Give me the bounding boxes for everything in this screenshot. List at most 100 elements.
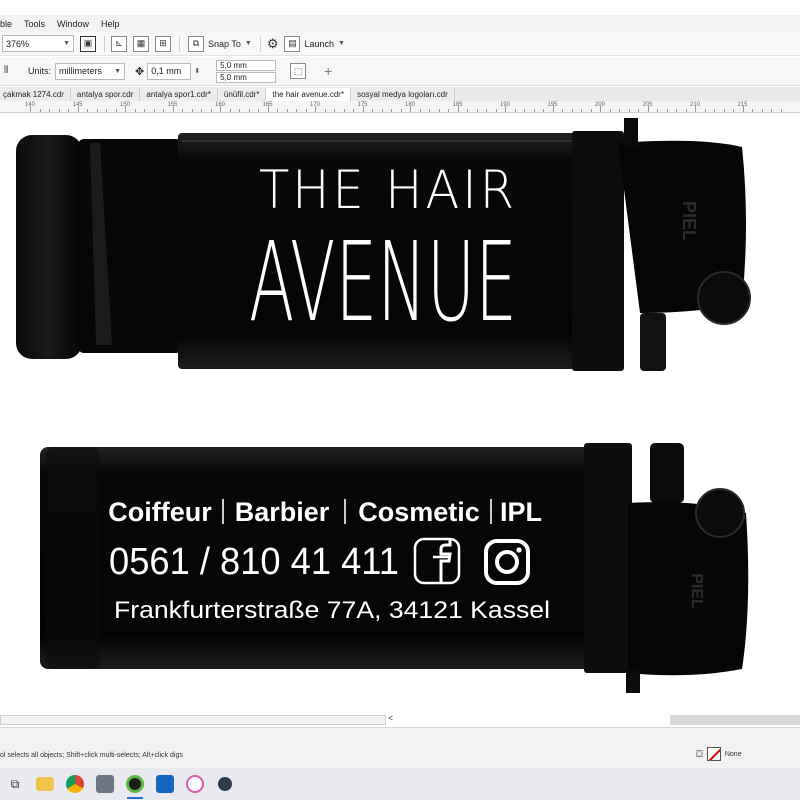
fill-label: None bbox=[724, 750, 742, 758]
tab-unufil[interactable]: ünüfil.cdr* bbox=[217, 88, 267, 101]
align-icon[interactable]: ⫴ bbox=[4, 65, 8, 76]
duplicate-y-input[interactable]: 5,0 mm bbox=[216, 71, 277, 83]
duplicate-x-input[interactable]: 5,0 mm bbox=[216, 59, 277, 71]
chevron-down-icon: ▼ bbox=[114, 67, 122, 75]
horizontal-scrollbar[interactable]: < bbox=[0, 713, 800, 727]
ruler-tick bbox=[277, 109, 278, 112]
ruler-tick bbox=[467, 109, 468, 112]
folder-icon bbox=[36, 777, 54, 791]
ruler-tick bbox=[771, 109, 772, 112]
ruler-tick bbox=[533, 109, 535, 112]
fill-indicator[interactable]: ⛋ None bbox=[696, 747, 742, 761]
ruler-tick bbox=[676, 109, 677, 112]
horizontal-ruler[interactable]: 140 145 150 155 160 165 170 175 180 185 190 195 200 2… bbox=[0, 101, 800, 113]
menu-item-help[interactable]: Help bbox=[101, 19, 120, 29]
ruler-tick bbox=[600, 106, 601, 112]
cap-marking: PIEL bbox=[679, 201, 699, 241]
tab-antalya-spor[interactable]: antalya spor.cdr bbox=[70, 88, 141, 101]
options-gear-icon[interactable]: ⚙ bbox=[267, 36, 279, 52]
lighter-bottom[interactable]: PIEL Coiffeur Barbier Cosmetic IPL 0561 … bbox=[40, 443, 749, 693]
chevron-down-icon[interactable]: ▼ bbox=[63, 40, 70, 47]
lighter-hood-tip bbox=[626, 669, 640, 693]
add-preset-icon[interactable]: + bbox=[324, 63, 332, 79]
zoom-level-combobox[interactable]: 376% ▼ bbox=[2, 35, 74, 52]
ruler-tick bbox=[220, 106, 221, 112]
calculator-button[interactable] bbox=[90, 768, 120, 800]
coreldraw-window: ble Tools Window Help 376% ▼ ▣ ⊾ ▦ ⊞ ⧉ S… bbox=[0, 0, 800, 800]
itunes-button[interactable] bbox=[180, 768, 210, 800]
show-grid-icon[interactable]: ▦ bbox=[133, 35, 149, 52]
outlook-button[interactable] bbox=[150, 768, 180, 800]
ruler-tick bbox=[324, 109, 326, 112]
file-explorer-button[interactable] bbox=[30, 768, 60, 800]
ruler-tick bbox=[353, 109, 354, 112]
scrollbar-thumb[interactable] bbox=[670, 715, 800, 725]
ruler-tick bbox=[239, 109, 240, 112]
ruler-tick bbox=[457, 106, 459, 112]
ruler-tick bbox=[429, 109, 430, 112]
snap-to-icon: ⧉ bbox=[188, 35, 204, 52]
ruler-tick bbox=[39, 109, 41, 112]
ruler-tick bbox=[723, 109, 725, 112]
spinner-icon[interactable]: ⬍ bbox=[194, 67, 200, 75]
ruler-tick bbox=[476, 109, 478, 112]
task-view-icon: ⧉ bbox=[10, 776, 20, 791]
ruler-tick bbox=[581, 109, 582, 112]
ruler-tick bbox=[191, 109, 193, 112]
windows-taskbar: ⧉ bbox=[0, 768, 800, 800]
full-screen-preview-icon[interactable]: ▣ bbox=[80, 35, 96, 52]
lighter-gas-lever bbox=[650, 443, 684, 503]
nudge-distance: ✥ 0,1 mm ⬍ bbox=[135, 62, 200, 80]
duplicate-y-value: 5,0 mm bbox=[220, 72, 247, 82]
drawing-canvas[interactable]: PIEL THE HAIR AVENUE PIEL Coiffeur Barbi… bbox=[0, 113, 800, 713]
calculator-icon bbox=[96, 775, 114, 793]
ruler-tick bbox=[267, 106, 269, 112]
ruler-tick bbox=[163, 109, 164, 112]
show-guidelines-icon[interactable]: ⊞ bbox=[155, 35, 171, 52]
lighter-metal-hood bbox=[584, 443, 632, 673]
lighter-gas-lever bbox=[640, 313, 666, 371]
tab-sosyal-medya[interactable]: sosyal medya logoları.cdr bbox=[351, 88, 455, 101]
units-select[interactable]: millimeters ▼ bbox=[55, 62, 126, 80]
units-label: Units: bbox=[28, 66, 52, 76]
ruler-tick bbox=[495, 109, 497, 112]
lighter-hood-tip bbox=[624, 118, 638, 148]
coreldraw-button[interactable] bbox=[120, 768, 150, 800]
task-view-button[interactable]: ⧉ bbox=[0, 768, 30, 800]
other-app-button[interactable] bbox=[210, 768, 240, 800]
scroll-left-arrow-icon[interactable]: < bbox=[388, 713, 393, 723]
tab-cakmak[interactable]: çakmak 1274.cdr bbox=[0, 88, 71, 101]
ruler-tick bbox=[514, 109, 516, 112]
page-frame-icon[interactable]: ⬚ bbox=[290, 63, 307, 79]
ruler-tick bbox=[628, 109, 630, 112]
tab-antalya-spor1[interactable]: antalya spor1.cdr* bbox=[140, 88, 218, 101]
snap-to-label: Snap To bbox=[208, 38, 241, 49]
menu-item-window[interactable]: Window bbox=[57, 19, 89, 29]
ruler-tick bbox=[609, 109, 611, 112]
chrome-button[interactable] bbox=[60, 768, 90, 800]
lighter-top[interactable]: PIEL THE HAIR AVENUE bbox=[16, 118, 751, 371]
ruler-tick bbox=[752, 109, 753, 112]
launch-dropdown[interactable]: ▤ Launch ▼ bbox=[284, 35, 345, 52]
ruler-tick bbox=[134, 109, 136, 112]
show-rulers-icon[interactable]: ⊾ bbox=[111, 35, 127, 52]
nudge-distance-input[interactable]: 0,1 mm bbox=[147, 62, 192, 80]
ruler-tick bbox=[201, 109, 202, 112]
snap-to-dropdown[interactable]: ⧉ Snap To ▼ bbox=[188, 35, 252, 52]
ruler-tick bbox=[714, 109, 715, 112]
ruler-tick bbox=[106, 109, 107, 112]
ruler-tick bbox=[68, 109, 69, 112]
duplicate-x-value: 5,0 mm bbox=[220, 60, 247, 70]
ruler-tick bbox=[742, 106, 744, 112]
ruler-tick bbox=[30, 106, 31, 112]
ruler-tick bbox=[343, 109, 345, 112]
menu-item-tools[interactable]: Tools bbox=[24, 19, 45, 29]
menu-item-table[interactable]: ble bbox=[0, 19, 12, 29]
toolbar-separator bbox=[259, 35, 261, 52]
tab-the-hair-avenue[interactable]: the hair avenue.cdr* bbox=[266, 88, 352, 101]
address-line: Frankfurterstraße 77A, 34121 Kassel bbox=[114, 597, 550, 624]
page-navigator-track[interactable] bbox=[0, 715, 386, 725]
toolbar-separator bbox=[104, 35, 105, 52]
cap-marking: PIEL bbox=[688, 573, 705, 609]
launch-label: Launch bbox=[304, 38, 334, 49]
